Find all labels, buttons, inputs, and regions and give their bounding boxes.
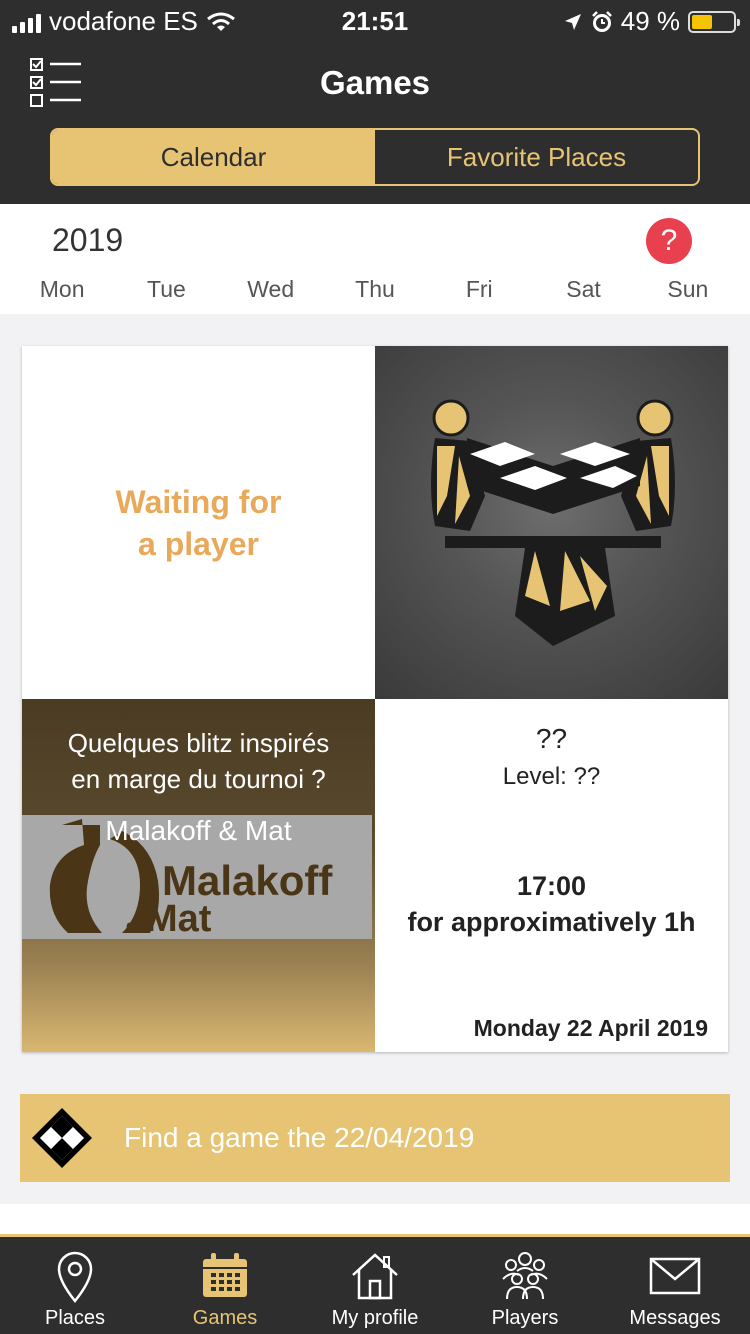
tab-places[interactable]: Places	[0, 1237, 150, 1334]
tab-places-label: Places	[44, 1307, 106, 1329]
tab-players-label: Players	[491, 1307, 559, 1329]
status-bar: vodafone ES 21:51 49 %	[0, 0, 750, 44]
page-title: Games	[319, 64, 431, 101]
map-pin-icon	[57, 1251, 93, 1303]
game-details: ?? Level: ?? 17:00 for approximatively 1…	[375, 699, 728, 1052]
tab-favorite-places[interactable]: Favorite Places	[375, 130, 698, 184]
calendar-header: 2019 ? Mon Tue Wed Thu Fri Sat Sun	[0, 204, 750, 314]
logo-word-3: Mat	[146, 898, 212, 939]
game-duration: for approximatively 1h	[407, 907, 696, 937]
tab-messages-label: Messages	[629, 1307, 721, 1329]
find-game-button[interactable]: Find a game the 22/04/2019	[20, 1094, 730, 1182]
battery-level	[692, 14, 712, 29]
envelope-icon	[649, 1257, 701, 1295]
game-description: Quelques blitz inspirés en marge du tour…	[22, 725, 375, 797]
weekday-sat[interactable]: Sat	[531, 276, 635, 303]
tab-games[interactable]: Games	[150, 1237, 300, 1334]
game-card[interactable]: Waiting for a player Quelques blitz insp…	[22, 346, 728, 1052]
description-line-2: en marge du tournoi ?	[71, 764, 326, 794]
diamond-checker-icon	[32, 1108, 92, 1168]
weekday-thu[interactable]: Thu	[323, 276, 427, 303]
weekday-tue[interactable]: Tue	[114, 276, 218, 303]
find-game-label: Find a game the 22/04/2019	[124, 1122, 475, 1153]
location-arrow-icon	[564, 13, 581, 30]
tab-players[interactable]: Players	[450, 1237, 600, 1334]
calendar-icon	[203, 1253, 247, 1297]
house-icon	[352, 1253, 398, 1300]
waiting-panel: Waiting for a player	[22, 346, 375, 699]
waiting-line-1: Waiting for	[115, 483, 282, 520]
game-date: Monday 22 April 2019	[473, 1015, 708, 1041]
logo-word-1: Malakoff	[162, 857, 333, 904]
help-button[interactable]: ?	[646, 218, 692, 264]
tab-messages[interactable]: Messages	[600, 1237, 750, 1334]
description-line-1: Quelques blitz inspirés	[67, 728, 330, 758]
player-placeholder-image	[375, 346, 728, 699]
level-title: ??	[535, 723, 568, 754]
tab-my-profile-label: My profile	[331, 1307, 419, 1329]
top-bar: vodafone ES 21:51 49 % Games Calendar Fa…	[0, 0, 750, 204]
weekday-row: Mon Tue Wed Thu Fri Sat Sun	[10, 276, 740, 303]
place-panel[interactable]: Quelques blitz inspirés en marge du tour…	[22, 699, 375, 1052]
segmented-control: Calendar Favorite Places	[50, 128, 700, 186]
battery-icon	[688, 10, 740, 33]
people-icon	[502, 1252, 548, 1300]
weekday-wed[interactable]: Wed	[219, 276, 323, 303]
logo-word-2: et	[126, 915, 140, 935]
chess-players-logo	[431, 399, 675, 646]
waiting-status: Waiting for a player	[116, 481, 282, 565]
weekday-sun[interactable]: Sun	[636, 276, 740, 303]
waiting-line-2: a player	[138, 525, 259, 562]
alarm-icon	[591, 10, 612, 32]
weekday-mon[interactable]: Mon	[10, 276, 114, 303]
bottom-tab-bar: Places Games My profile Players Messages	[0, 1234, 750, 1334]
weekday-fri[interactable]: Fri	[427, 276, 531, 303]
place-name: Malakoff & Mat	[105, 815, 292, 846]
level-label: Level: ??	[502, 763, 601, 790]
status-right: 49 %	[563, 6, 740, 37]
tab-calendar[interactable]: Calendar	[52, 130, 375, 184]
year-label: 2019	[52, 222, 124, 258]
tab-my-profile[interactable]: My profile	[300, 1237, 450, 1334]
battery-percent: 49 %	[620, 6, 680, 36]
game-time: 17:00	[516, 871, 587, 901]
tab-games-label: Games	[192, 1307, 258, 1329]
